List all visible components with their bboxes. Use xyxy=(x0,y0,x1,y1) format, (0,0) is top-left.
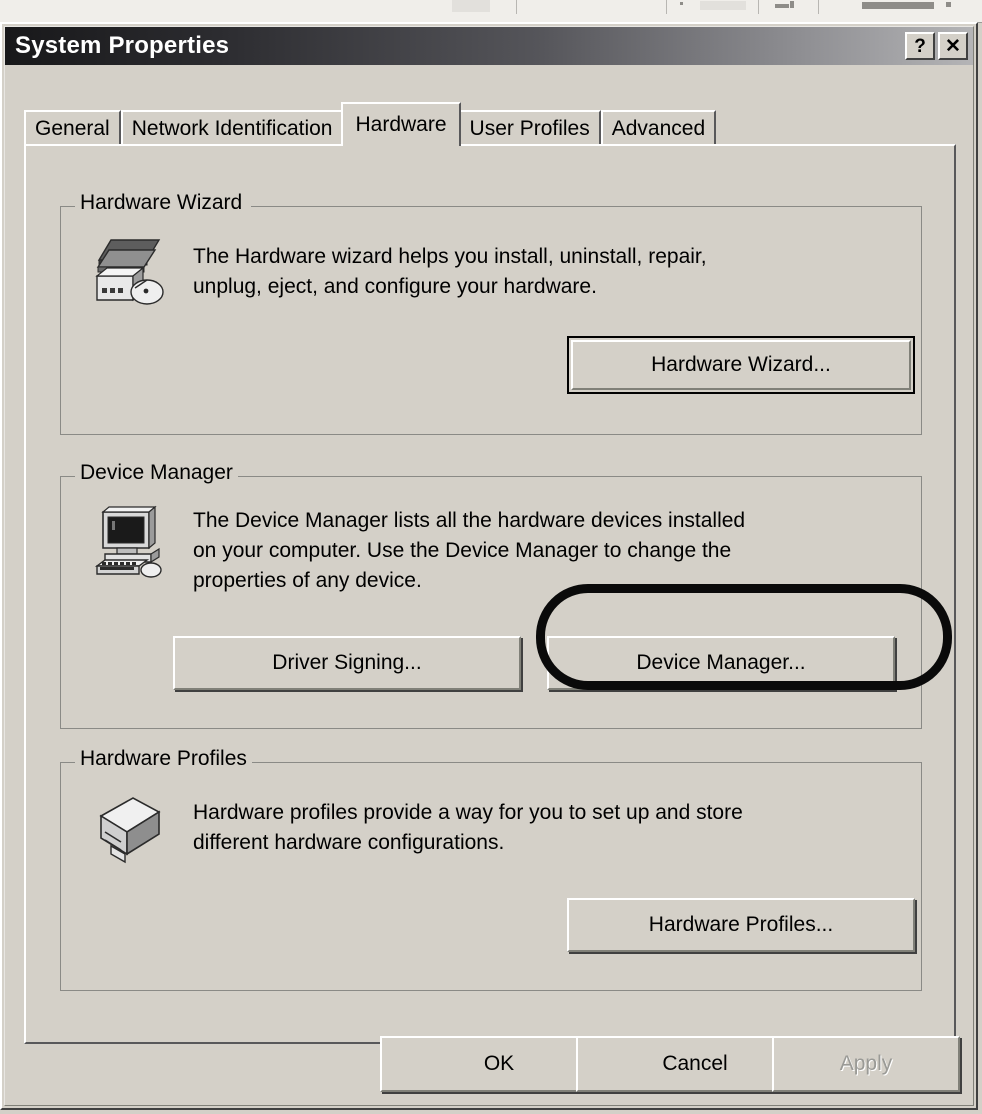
tab-network-identification[interactable]: Network Identification xyxy=(120,110,344,146)
hardware-wizard-group: Hardware Wizard The Hardware wizard help… xyxy=(60,191,922,435)
bg-toolbar-dot xyxy=(946,2,951,7)
bg-toolbar-separator xyxy=(758,0,759,14)
apply-button[interactable]: Apply xyxy=(772,1036,960,1092)
bg-toolbar-separator xyxy=(516,0,517,14)
hardware-wizard-description: The Hardware wizard helps you install, u… xyxy=(193,245,707,298)
device-manager-button-label: Device Manager... xyxy=(636,651,806,674)
hardware-devices-icon xyxy=(89,234,167,317)
bg-toolbar-button xyxy=(700,1,746,10)
bg-toolbar-dot xyxy=(680,2,683,5)
hardware-profiles-button[interactable]: Hardware Profiles... xyxy=(567,898,915,952)
bg-toolbar-separator xyxy=(818,0,819,14)
cancel-button-label: Cancel xyxy=(662,1052,728,1075)
tab-advanced[interactable]: Advanced xyxy=(600,110,717,146)
bg-toolbar-button xyxy=(452,0,490,12)
computer-icon xyxy=(89,504,169,589)
tab-strip: General Network Identification Hardware … xyxy=(24,102,717,146)
system-properties-dialog: System Properties ? ✕ General Network Id… xyxy=(0,22,978,1110)
title-bar[interactable]: System Properties ? ✕ xyxy=(5,27,973,65)
driver-signing-button[interactable]: Driver Signing... xyxy=(173,636,521,690)
device-manager-group: Device Manager The Device Manager lists … xyxy=(60,461,922,729)
ok-button-label: OK xyxy=(483,1052,515,1075)
driver-signing-button-label: Driver Signing... xyxy=(272,651,422,674)
window-title: System Properties xyxy=(15,32,230,59)
hardware-wizard-button[interactable]: Hardware Wizard... xyxy=(567,336,915,394)
title-bar-buttons: ? ✕ xyxy=(905,32,968,60)
device-manager-description: The Device Manager lists all the hardwar… xyxy=(193,509,746,592)
tab-user-profiles[interactable]: User Profiles xyxy=(458,110,601,146)
bg-toolbar-separator xyxy=(666,0,667,14)
device-manager-button[interactable]: Device Manager... xyxy=(547,636,895,690)
hardware-profiles-description: Hardware profiles provide a way for you … xyxy=(193,801,743,854)
hardware-tab-panel: Hardware Wizard The Hardware wizard help… xyxy=(24,144,956,1044)
apply-button-label: Apply xyxy=(839,1052,893,1075)
background-window-toolbar-strip xyxy=(0,0,982,23)
help-icon[interactable]: ? xyxy=(905,32,935,60)
tab-hardware[interactable]: Hardware xyxy=(341,102,461,146)
bg-toolbar-dots xyxy=(790,1,794,8)
bg-toolbar-dots xyxy=(775,4,789,8)
hardware-profiles-button-label: Hardware Profiles... xyxy=(648,913,834,936)
bg-toolbar-field xyxy=(862,2,934,9)
hardware-profile-icon xyxy=(91,790,169,873)
hardware-wizard-button-label: Hardware Wizard... xyxy=(571,340,911,390)
tab-general[interactable]: General xyxy=(24,110,121,146)
hardware-profiles-group: Hardware Profiles Hardware profiles prov… xyxy=(60,747,922,991)
close-icon[interactable]: ✕ xyxy=(938,32,968,60)
